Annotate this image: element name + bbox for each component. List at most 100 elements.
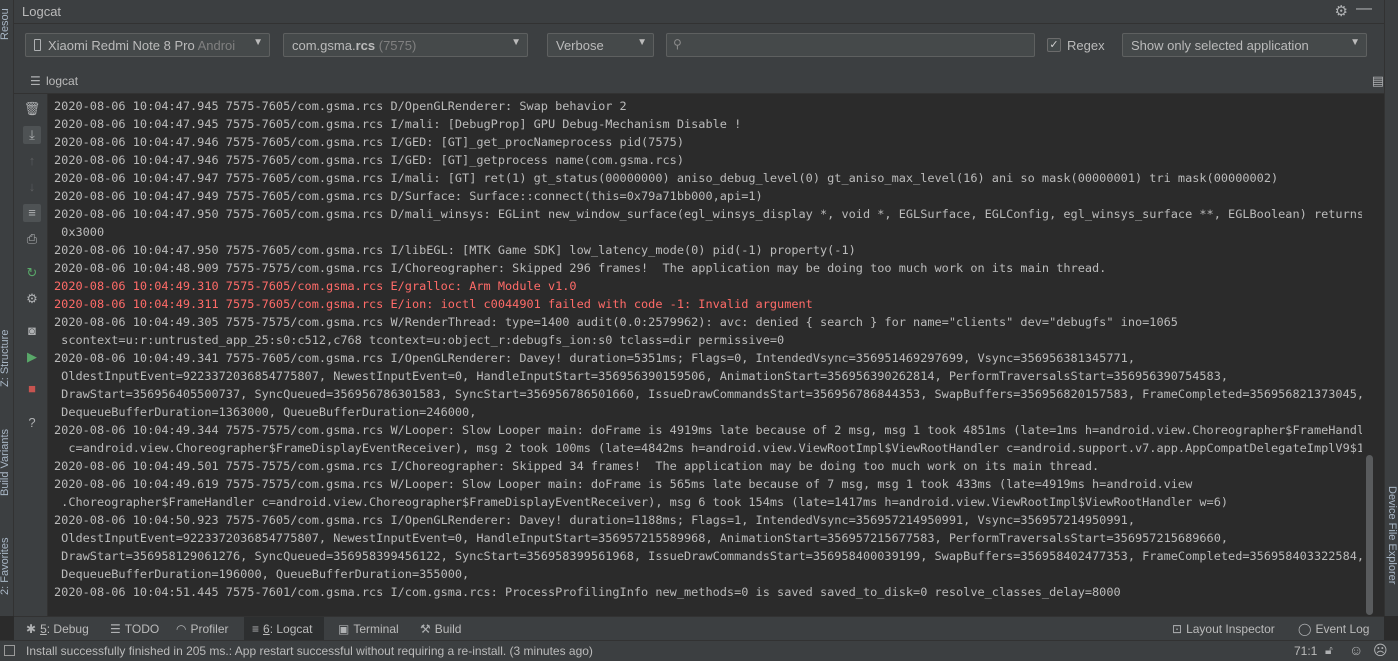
- tab-debug[interactable]: ✱ 5: Debug: [26, 617, 89, 641]
- restart-icon[interactable]: ↻: [23, 264, 41, 282]
- favorites-tab[interactable]: 2: Favorites: [0, 526, 15, 606]
- regex-label: Regex: [1067, 38, 1105, 53]
- terminal-icon: ▣: [338, 622, 350, 636]
- log-line: DequeueBufferDuration=1363000, QueueBuff…: [54, 405, 477, 419]
- structure-tab[interactable]: Z: Structure: [0, 318, 15, 398]
- log-lines: 2020-08-06 10:04:47.945 7575-7605/com.gs…: [54, 97, 1362, 601]
- search-input[interactable]: ⚲: [666, 33, 1035, 57]
- chevron-down-icon: ▼: [637, 37, 647, 48]
- log-line: .Choreographer$FrameHandler c=android.vi…: [54, 495, 1229, 509]
- gear-icon[interactable]: ⚙: [1335, 2, 1348, 20]
- chevron-down-icon: ▼: [1350, 37, 1360, 48]
- resource-manager-tab[interactable]: Resou: [0, 2, 15, 46]
- log-line: 2020-08-06 10:04:47.945 7575-7605/com.gs…: [54, 117, 742, 131]
- log-line-error: 2020-08-06 10:04:49.311 7575-7605/com.gs…: [54, 297, 813, 311]
- list-icon: ☰: [110, 622, 121, 636]
- caret-position[interactable]: 71:1: [1294, 644, 1317, 658]
- scroll-to-end-icon[interactable]: ⤓: [23, 126, 41, 144]
- log-line: 2020-08-06 10:04:47.949 7575-7605/com.gs…: [54, 189, 763, 203]
- log-line: OldestInputEvent=9223372036854775807, Ne…: [54, 531, 1229, 545]
- tab-todo[interactable]: ☰ TODO: [110, 617, 159, 641]
- logcat-tab-number: 6: [263, 622, 270, 636]
- tab-terminal[interactable]: ▣ Terminal: [338, 617, 399, 641]
- logcat-lines-icon: ☰: [30, 74, 41, 88]
- debug-tab-number: 5: [40, 622, 47, 636]
- log-line: DrawStart=356958129061276, SyncQueued=35…: [54, 549, 1362, 563]
- left-tool-strip: Resou Z: Structure Build Variants 2: Fav…: [0, 0, 14, 616]
- device-selector[interactable]: Xiaomi Redmi Note 8 Pro Androi ▼: [25, 33, 270, 57]
- sad-face-icon[interactable]: ☹: [1373, 642, 1388, 659]
- stop-icon[interactable]: ■: [23, 380, 41, 398]
- vertical-scrollbar[interactable]: [1366, 455, 1373, 615]
- right-tool-strip: Device File Explorer: [1384, 0, 1398, 616]
- logcat-output[interactable]: 2020-08-06 10:04:47.945 7575-7605/com.gs…: [48, 94, 1362, 616]
- log-line: 2020-08-06 10:04:49.501 7575-7575/com.gs…: [54, 459, 1100, 473]
- tab-layout-inspector[interactable]: ⊡ Layout Inspector: [1172, 617, 1275, 641]
- logcat-icon: ≡: [252, 622, 260, 636]
- log-line: 2020-08-06 10:04:47.945 7575-7605/com.gs…: [54, 99, 627, 113]
- event-log-tab-label: Event Log: [1315, 622, 1370, 636]
- logcat-side-toolbar: 🗑 ⤓ ↑ ↓ ≡ ⎙ ↻ ⚙ ◙ ▶ ■ ?: [14, 94, 48, 616]
- log-level-selector[interactable]: Verbose ▼: [547, 33, 654, 57]
- lock-icon[interactable]: 🔓︎: [1325, 643, 1333, 658]
- log-line: 2020-08-06 10:04:48.909 7575-7575/com.gs…: [54, 261, 1107, 275]
- soft-wrap-icon[interactable]: ≡: [23, 204, 41, 222]
- device-name: Xiaomi Redmi Note 8 Pro: [48, 38, 195, 53]
- logcat-titlebar: Logcat ⚙ —: [14, 0, 1384, 24]
- print-icon[interactable]: ⎙: [23, 230, 41, 248]
- package-pid: (7575): [378, 38, 417, 53]
- record-video-icon[interactable]: ▶: [23, 348, 41, 366]
- process-selector[interactable]: com.gsma.rcs (7575) ▼: [283, 33, 528, 57]
- debug-tab-label: : Debug: [46, 622, 89, 636]
- logcat-tab-label-bottom: : Logcat: [269, 622, 313, 636]
- device-file-explorer-tab[interactable]: Device File Explorer: [1384, 486, 1398, 584]
- log-line: 2020-08-06 10:04:49.344 7575-7575/com.gs…: [54, 423, 1362, 437]
- package-bold: rcs: [355, 38, 376, 53]
- tab-logcat[interactable]: ≡ 6: Logcat: [244, 617, 324, 641]
- logcat-toolbar: Xiaomi Redmi Note 8 Pro Androi ▼ com.gsm…: [14, 24, 1384, 70]
- smiley-icon[interactable]: ☺: [1349, 642, 1363, 658]
- tab-event-log[interactable]: ◯ Event Log: [1298, 617, 1369, 641]
- help-icon[interactable]: ?: [23, 414, 41, 432]
- filter-value: Show only selected application: [1131, 38, 1309, 53]
- log-line: 2020-08-06 10:04:49.341 7575-7605/com.gs…: [54, 351, 1135, 365]
- toggle-tool-windows-icon[interactable]: [4, 645, 15, 656]
- log-line: 2020-08-06 10:04:50.923 7575-7605/com.gs…: [54, 513, 1135, 527]
- log-line: 0x3000: [54, 225, 105, 239]
- trash-icon[interactable]: 🗑: [23, 100, 41, 118]
- phone-icon: [34, 39, 41, 51]
- layout-inspector-icon: ⊡: [1172, 622, 1183, 636]
- log-line: 2020-08-06 10:04:47.947 7575-7605/com.gs…: [54, 171, 1279, 185]
- chevron-down-icon: ▼: [253, 37, 263, 48]
- chevron-down-icon: ▼: [511, 37, 521, 48]
- arrow-up-icon[interactable]: ↑: [23, 152, 41, 170]
- regex-checkbox[interactable]: ✓: [1047, 38, 1061, 52]
- status-bar: Install successfully finished in 205 ms.…: [0, 640, 1398, 661]
- minimize-icon[interactable]: —: [1356, 0, 1372, 18]
- settings-icon[interactable]: ⚙: [23, 290, 41, 308]
- device-suffix: Androi: [197, 38, 236, 53]
- filter-selector[interactable]: Show only selected application ▼: [1122, 33, 1367, 57]
- search-icon: ⚲: [673, 37, 682, 51]
- status-message[interactable]: Install successfully finished in 205 ms.…: [26, 644, 593, 658]
- arrow-down-icon[interactable]: ↓: [23, 178, 41, 196]
- tab-profiler[interactable]: ◠ Profiler: [176, 617, 229, 641]
- todo-tab-label: TODO: [124, 622, 160, 636]
- camera-icon[interactable]: ◙: [23, 322, 41, 340]
- logcat-subheader: ☰ logcat ▤: [14, 70, 1384, 94]
- log-line: 2020-08-06 10:04:47.946 7575-7605/com.gs…: [54, 135, 684, 149]
- bottom-tool-bar: ✱ 5: Debug ☰ TODO ◠ Profiler ≡ 6: Logcat ▣ Te…: [14, 616, 1384, 641]
- bug-icon: ✱: [26, 622, 37, 636]
- log-line: 2020-08-06 10:04:51.445 7575-7601/com.gs…: [54, 585, 1121, 599]
- package-prefix: com.gsma.: [292, 38, 356, 53]
- hammer-icon: ⚒: [420, 622, 431, 636]
- log-line: DequeueBufferDuration=196000, QueueBuffe…: [54, 567, 470, 581]
- build-tab-label: Build: [434, 622, 462, 636]
- layout-icon[interactable]: ▤: [1372, 73, 1384, 89]
- log-line: scontext=u:r:untrusted_app_25:s0:c512,c7…: [54, 333, 785, 347]
- panel-title: Logcat: [22, 4, 62, 19]
- logcat-tab-label[interactable]: logcat: [46, 74, 78, 88]
- tab-build[interactable]: ⚒ Build: [420, 617, 461, 641]
- log-line: 2020-08-06 10:04:47.946 7575-7605/com.gs…: [54, 153, 684, 167]
- build-variants-tab[interactable]: Build Variants: [0, 416, 15, 508]
